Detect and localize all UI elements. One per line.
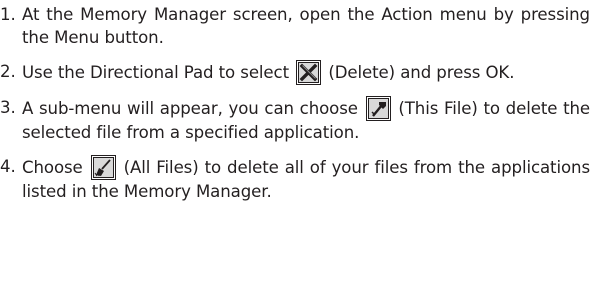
step-1: 1. At the Memory Manager screen, open th…: [0, 3, 594, 49]
instruction-list: 1. At the Memory Manager screen, open th…: [0, 3, 594, 214]
step-number: 3.: [0, 98, 16, 117]
delete-x-icon: [296, 60, 322, 85]
all-files-broom-icon: [90, 155, 116, 180]
step-number: 4.: [0, 157, 16, 176]
step-text-after: (Delete) and press OK.: [328, 63, 515, 82]
step-3: 3. A sub-menu will appear, you can choos…: [0, 96, 594, 144]
step-text-before: A sub-menu will appear, you can choose: [22, 99, 358, 118]
step-text: At the Memory Manager screen, open the A…: [22, 5, 590, 47]
step-text-before: Choose: [22, 158, 83, 177]
step-number: 1.: [0, 5, 16, 24]
step-number: 2.: [0, 62, 16, 81]
step-text-before: Use the Directional Pad to select: [22, 63, 289, 82]
this-file-icon: [365, 96, 391, 121]
step-4: 4. Choose (All Files) to delete all of y…: [0, 155, 594, 203]
step-2: 2. Use the Directional Pad to select (De…: [0, 60, 594, 85]
